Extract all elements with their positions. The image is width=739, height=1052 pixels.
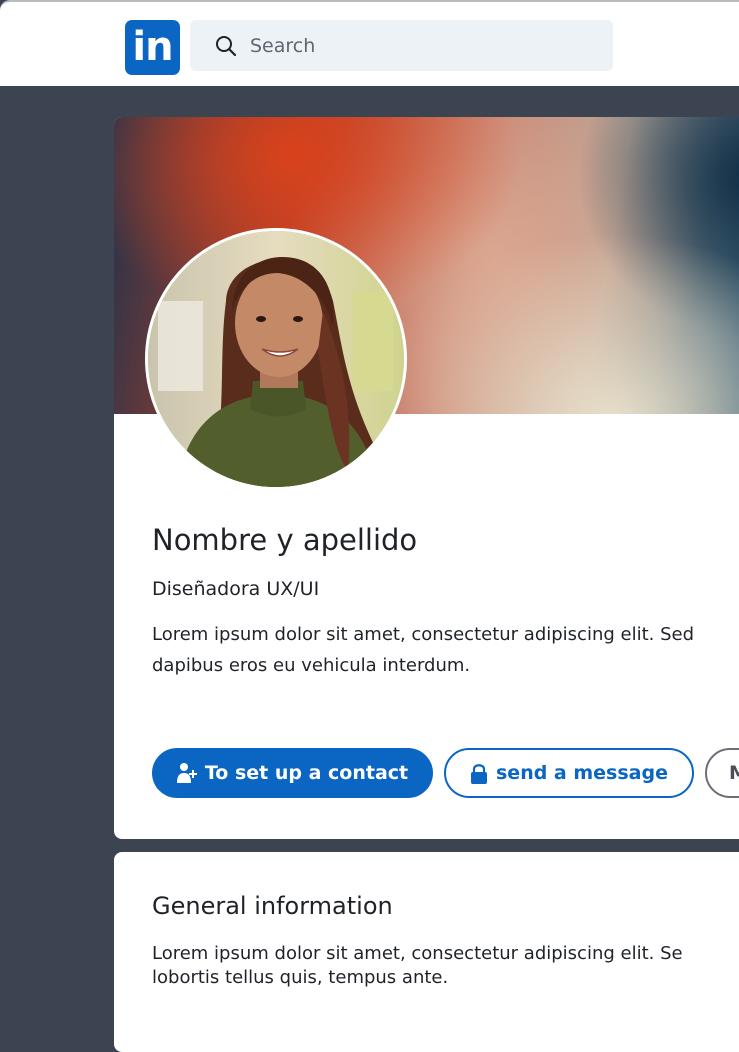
send-message-button[interactable]: send a message: [444, 748, 694, 798]
lock-icon: [470, 763, 488, 784]
avatar[interactable]: [145, 228, 407, 490]
profile-bio: Lorem ipsum dolor sit amet, consectetur …: [152, 624, 695, 676]
section-title: General information: [152, 892, 393, 920]
connect-button-label: To set up a contact: [204, 762, 409, 784]
general-information-card: General information Lorem ipsum dolor si…: [114, 852, 739, 1052]
section-text: Lorem ipsum dolor sit amet, consectetur …: [152, 943, 683, 988]
send-message-label: send a message: [496, 762, 668, 784]
connect-button[interactable]: To set up a contact: [152, 748, 433, 798]
search-bar[interactable]: [190, 20, 613, 71]
profile-card: Nombre y apellido Diseñadora UX/UI Lorem…: [114, 117, 739, 839]
more-button-label: M: [729, 762, 739, 784]
more-button[interactable]: M: [705, 748, 739, 798]
add-person-icon: [176, 762, 197, 784]
top-navigation-bar: in: [0, 0, 739, 86]
search-icon: [214, 34, 238, 58]
profile-name: Nombre y apellido: [152, 523, 418, 557]
linkedin-logo[interactable]: in: [125, 20, 180, 75]
profile-headline: Diseñadora UX/UI: [152, 578, 320, 600]
search-input[interactable]: [248, 33, 592, 58]
